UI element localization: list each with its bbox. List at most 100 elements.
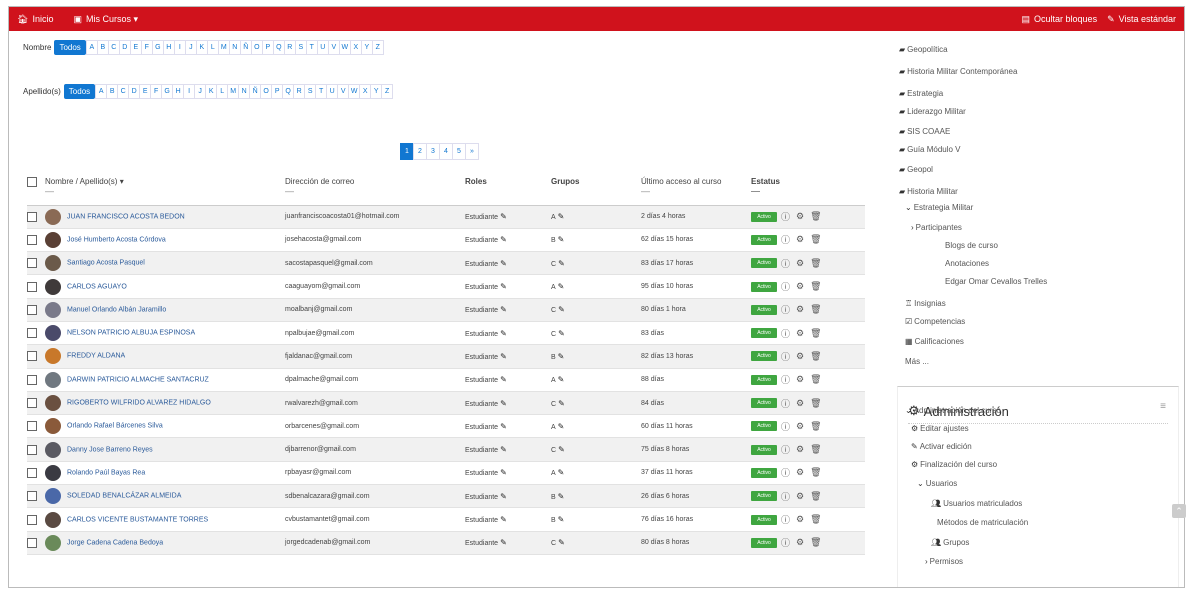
sidebar-nav-link[interactable]: ▦ Calificaciones [905,337,964,346]
trash-icon[interactable]: 🗑︎ [810,304,821,315]
user-name-link[interactable]: Rolando Paúl Bayas Rea [67,469,145,476]
row-checkbox[interactable] [27,514,37,525]
user-name-link[interactable]: Danny Jose Barreno Reyes [67,446,153,453]
row-checkbox[interactable] [27,467,37,478]
avatar[interactable] [45,418,61,435]
trash-icon[interactable]: 🗑︎ [810,374,821,385]
row-checkbox[interactable] [27,258,37,269]
edit-group-pencil-icon[interactable]: ✎ [558,212,565,221]
first-name-all-button[interactable]: Todos [54,40,86,55]
gear-icon[interactable]: ⚙ [796,537,804,548]
row-checkbox[interactable] [27,304,37,315]
gear-icon[interactable]: ⚙ [796,258,804,269]
gear-icon[interactable]: ⚙ [796,398,804,409]
edit-group-pencil-icon[interactable]: ✎ [558,235,565,244]
edit-group-pencil-icon[interactable]: ✎ [558,445,565,454]
sidebar-participant-link[interactable]: Anotaciones [945,259,989,268]
trash-icon[interactable]: 🗑︎ [810,467,821,478]
edit-group-pencil-icon[interactable]: ✎ [558,282,565,291]
admin-menu-item[interactable]: ⚙ Editar ajustes [911,424,969,433]
avatar[interactable] [45,301,61,318]
nav-home[interactable]: 🏠︎ Inicio [17,14,53,25]
sidebar-course-link[interactable]: ▰ Guía Módulo V [899,145,961,154]
sidebar-course-link[interactable]: ▰ Geopol [899,165,933,174]
gear-icon[interactable]: ⚙ [796,234,804,245]
gear-icon[interactable]: ⚙ [796,351,804,362]
admin-menu-item[interactable]: ⌄ Administración del curso [905,406,1001,415]
edit-group-pencil-icon[interactable]: ✎ [558,492,565,501]
row-checkbox[interactable] [27,351,37,362]
name-column-header[interactable]: Nombre / Apellido(s) ▾ — [45,171,285,206]
admin-menu-item[interactable]: 👥︎ Grupos [931,538,969,547]
info-icon[interactable]: ⓘ [781,257,790,270]
sidebar-course-link[interactable]: ▰ Historia Militar Contemporánea [899,67,1017,76]
edit-group-pencil-icon[interactable]: ✎ [558,329,565,338]
info-icon[interactable]: ⓘ [781,513,790,526]
info-icon[interactable]: ⓘ [781,490,790,503]
info-icon[interactable]: ⓘ [781,443,790,456]
gear-icon[interactable]: ⚙ [796,211,804,222]
edit-group-pencil-icon[interactable]: ✎ [558,375,565,384]
row-checkbox[interactable] [27,281,37,292]
row-checkbox[interactable] [27,374,37,385]
sidebar-course-link[interactable]: ▰ Geopolítica [899,45,948,54]
user-name-link[interactable]: NELSON PATRICIO ALBUJA ESPINOSA [67,330,195,337]
edit-group-pencil-icon[interactable]: ✎ [558,305,565,314]
sidebar-course-link[interactable]: ▰ Liderazgo Militar [899,107,966,116]
edit-group-pencil-icon[interactable]: ✎ [558,399,565,408]
user-name-link[interactable]: José Humberto Acosta Córdova [67,236,166,243]
sidebar-course-link[interactable]: ▰ SIS COAAE [899,127,950,136]
info-icon[interactable]: ⓘ [781,350,790,363]
avatar[interactable] [45,371,61,388]
sidebar-participants[interactable]: › Participantes [911,223,962,232]
edit-group-pencil-icon[interactable]: ✎ [558,352,565,361]
gear-icon[interactable]: ⚙ [796,328,804,339]
first-name-letter-z[interactable]: Z [371,40,384,55]
user-name-link[interactable]: Orlando Rafael Bárcenes Silva [67,423,163,430]
standard-view-button[interactable]: ✎ Vista estándar [1107,14,1176,25]
page-4-button[interactable]: 4 [439,143,453,160]
edit-role-pencil-icon[interactable]: ✎ [500,515,507,524]
sidebar-participant-link[interactable]: Edgar Omar Cevallos Trelles [945,277,1047,286]
sidebar-nav-link[interactable]: ☑ Competencias [905,317,965,326]
avatar[interactable] [45,255,61,272]
sidebar-current-course[interactable]: ⌄ Estrategia Militar [905,203,973,212]
row-checkbox[interactable] [27,537,37,548]
edit-role-pencil-icon[interactable]: ✎ [500,468,507,477]
admin-menu-item[interactable]: ⚙ Finalización del curso [911,460,997,469]
sidebar-course-link[interactable]: ▰ Historia Militar [899,187,958,196]
user-name-link[interactable]: Manuel Orlando Albán Jaramillo [67,306,166,313]
admin-menu-item[interactable]: › Permisos [925,557,963,566]
info-icon[interactable]: ⓘ [781,420,790,433]
user-name-link[interactable]: JUAN FRANCISCO ACOSTA BEDON [67,213,185,220]
edit-group-pencil-icon[interactable]: ✎ [558,468,565,477]
edit-role-pencil-icon[interactable]: ✎ [500,538,507,547]
admin-menu-item[interactable]: ✎ Activar edición [911,442,972,451]
trash-icon[interactable]: 🗑︎ [810,211,821,222]
gear-icon[interactable]: ⚙ [796,514,804,525]
user-name-link[interactable]: Santiago Acosta Pasquel [67,260,145,267]
edit-role-pencil-icon[interactable]: ✎ [500,352,507,361]
avatar[interactable] [45,348,61,365]
gear-icon[interactable]: ⚙ [796,467,804,478]
info-icon[interactable]: ⓘ [781,466,790,479]
avatar[interactable] [45,488,61,505]
edit-role-pencil-icon[interactable]: ✎ [500,305,507,314]
email-column-header[interactable]: Dirección de correo — [285,171,465,206]
user-name-link[interactable]: SOLEDAD BENALCÁZAR ALMEIDA [67,493,181,500]
edit-role-pencil-icon[interactable]: ✎ [500,329,507,338]
sidebar-course-link[interactable]: ▰ Estrategia [899,89,943,98]
sidebar-nav-link[interactable]: Más ... [905,357,929,366]
user-name-link[interactable]: CARLOS AGUAYO [67,283,127,290]
gear-icon[interactable]: ⚙ [796,281,804,292]
scroll-to-top-button[interactable]: ⌃ [1172,504,1186,518]
trash-icon[interactable]: 🗑︎ [810,281,821,292]
avatar[interactable] [45,441,61,458]
user-name-link[interactable]: CARLOS VICENTE BUSTAMANTE TORRES [67,516,208,523]
avatar[interactable] [45,464,61,481]
edit-group-pencil-icon[interactable]: ✎ [558,538,565,547]
nav-my-courses[interactable]: ▣ Mis Cursos ▾ [73,14,138,25]
admin-menu-item[interactable]: Métodos de matriculación [937,518,1028,527]
avatar[interactable] [45,534,61,551]
edit-role-pencil-icon[interactable]: ✎ [500,212,507,221]
